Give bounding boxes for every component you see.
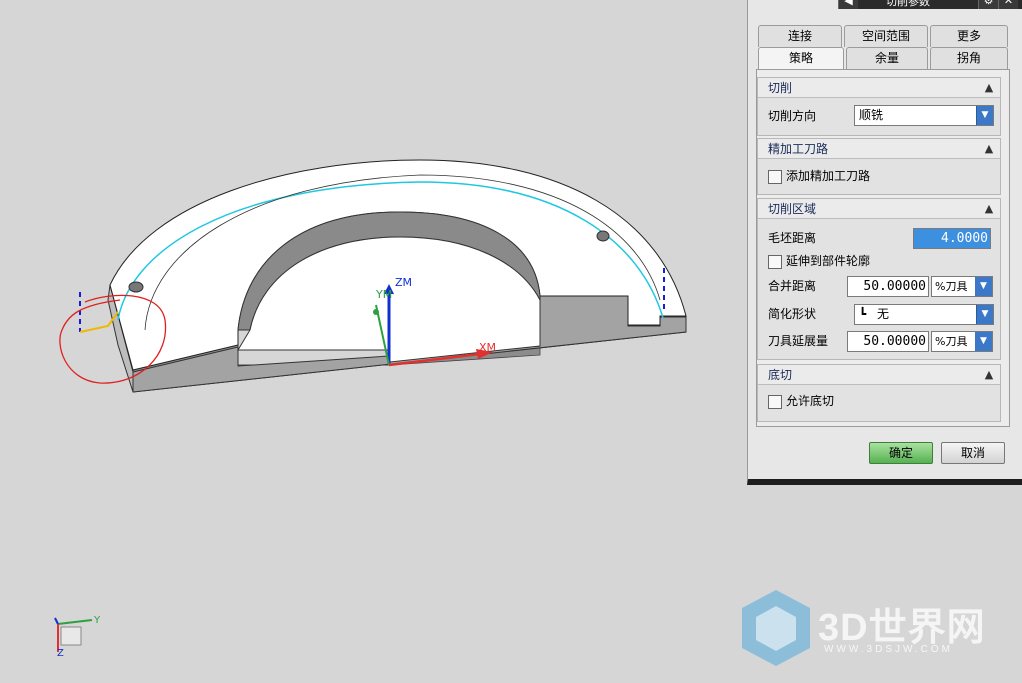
tab-corner[interactable]: 拐角 xyxy=(930,47,1008,69)
cut-direction-value: 顺铣 xyxy=(859,108,884,122)
watermark-url: WWW.3DSJW.COM xyxy=(824,644,953,655)
section-cutting-header[interactable]: 切削 ▲ xyxy=(758,78,1000,98)
ym-origin-dot xyxy=(373,309,379,315)
merge-distance-label: 合并距离 xyxy=(768,279,817,293)
hole-right xyxy=(596,230,610,242)
cut-direction-select[interactable]: 顺铣 ▼ xyxy=(854,105,994,126)
tab-connect[interactable]: 连接 xyxy=(758,25,842,47)
collapse-chevron-icon[interactable]: ▲ xyxy=(980,366,998,383)
section-undercut-header[interactable]: 底切 ▲ xyxy=(758,365,1000,385)
hole-left xyxy=(128,281,144,293)
merge-distance-input[interactable]: 50.00000 xyxy=(847,276,929,297)
extend-to-part-outline-label: 延伸到部件轮廓 xyxy=(786,254,871,268)
section-finish-path: 精加工刀路 ▲ 添加精加工刀路 xyxy=(757,138,1001,195)
chevron-down-icon[interactable]: ▼ xyxy=(976,106,993,125)
gear-icon[interactable]: ⚙ xyxy=(978,0,998,9)
chevron-down-icon[interactable]: ▼ xyxy=(975,277,992,296)
tab-more[interactable]: 更多 xyxy=(930,25,1008,47)
section-cut-region-header[interactable]: 切削区域 ▲ xyxy=(758,199,1000,219)
watermark-brand: 3D世界网 xyxy=(818,607,986,649)
ok-button[interactable]: 确定 xyxy=(869,442,933,464)
collapse-chevron-icon[interactable]: ▲ xyxy=(980,200,998,217)
back-icon[interactable]: ◀ xyxy=(838,0,858,9)
section-cut-region-title: 切削区域 xyxy=(768,202,817,216)
triad-z-label: Z xyxy=(57,648,64,659)
extend-to-part-outline-checkbox[interactable] xyxy=(768,255,782,269)
tool-extension-label: 刀具延展量 xyxy=(768,334,829,348)
section-cutting: 切削 ▲ 切削方向 顺铣 ▼ xyxy=(757,77,1001,136)
tab-content: 切削 ▲ 切削方向 顺铣 ▼ 精加工刀路 ▲ 添加精加工刀路 切削区域 ▲ 毛坯… xyxy=(756,69,1010,427)
section-undercut: 底切 ▲ 允许底切 xyxy=(757,364,1001,422)
add-finish-path-label: 添加精加工刀路 xyxy=(786,169,871,183)
triad-y-label: Y xyxy=(93,615,101,626)
allow-undercut-label: 允许底切 xyxy=(786,394,835,408)
add-finish-path-checkbox[interactable] xyxy=(768,170,782,184)
tool-extension-unit-value: %刀具 xyxy=(935,335,968,348)
cut-parameters-dialog: ◀ 切削参数 ⚙ ✕ 连接 空间范围 更多 策略 余量 拐角 切削 ▲ 切削方向… xyxy=(747,0,1022,485)
view-triad: Y Z xyxy=(54,615,101,659)
corner-shape-icon: ┗ xyxy=(859,307,867,321)
simplify-shape-label: 简化形状 xyxy=(768,307,817,321)
section-cut-region: 切削区域 ▲ 毛坯距离 4.0000 延伸到部件轮廓 合并距离 50.00000… xyxy=(757,198,1001,360)
section-finish-path-title: 精加工刀路 xyxy=(768,142,829,156)
cancel-button[interactable]: 取消 xyxy=(941,442,1005,464)
close-icon[interactable]: ✕ xyxy=(998,0,1018,9)
tab-strategy[interactable]: 策略 xyxy=(758,47,844,69)
watermark: 3D世界网 WWW.3DSJW.COM xyxy=(738,588,1008,668)
tab-stock[interactable]: 余量 xyxy=(846,47,928,69)
tool-extension-unit-select[interactable]: %刀具 ▼ xyxy=(931,331,993,352)
merge-distance-unit-value: %刀具 xyxy=(935,280,968,293)
collapse-chevron-icon[interactable]: ▲ xyxy=(980,140,998,157)
section-cutting-title: 切削 xyxy=(768,81,793,95)
zm-label: ZM xyxy=(395,276,412,289)
ym-label: YM xyxy=(375,288,392,301)
section-finish-path-header[interactable]: 精加工刀路 ▲ xyxy=(758,139,1000,159)
xm-label: XM xyxy=(479,341,496,354)
tab-space-range[interactable]: 空间范围 xyxy=(844,25,928,47)
simplify-shape-value: 无 xyxy=(877,307,890,321)
section-undercut-title: 底切 xyxy=(768,368,793,382)
blank-distance-label: 毛坯距离 xyxy=(768,231,817,245)
watermark-cube-icon xyxy=(742,590,810,666)
blank-distance-input[interactable]: 4.0000 xyxy=(913,228,991,249)
dialog-title: 切削参数 xyxy=(886,0,930,8)
merge-distance-unit-select[interactable]: %刀具 ▼ xyxy=(931,276,993,297)
simplify-shape-select[interactable]: ┗ 无 ▼ xyxy=(854,304,994,325)
collapse-chevron-icon[interactable]: ▲ xyxy=(980,79,998,96)
chevron-down-icon[interactable]: ▼ xyxy=(975,332,992,351)
chevron-down-icon[interactable]: ▼ xyxy=(976,305,993,324)
dialog-titlebar: ◀ 切削参数 ⚙ ✕ xyxy=(838,0,1022,9)
allow-undercut-checkbox[interactable] xyxy=(768,395,782,409)
tool-extension-input[interactable]: 50.00000 xyxy=(847,331,929,352)
cut-direction-label: 切削方向 xyxy=(768,109,817,123)
